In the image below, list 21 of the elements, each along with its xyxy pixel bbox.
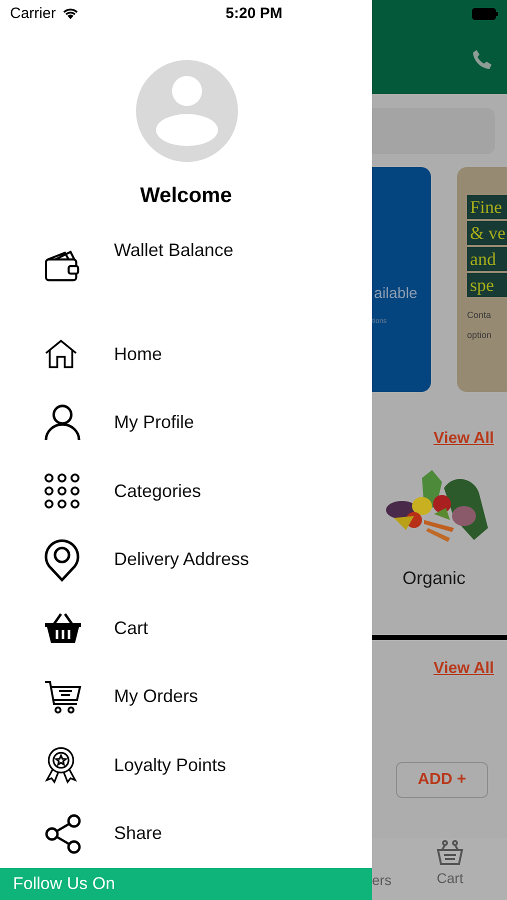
banner-headline: spe [467, 273, 507, 297]
menu-item[interactable]: Loyalty Points [0, 731, 372, 800]
follow-us-label: Follow Us On [13, 874, 116, 894]
welcome-title: Welcome [140, 184, 232, 208]
menu-item[interactable]: My Profile [0, 388, 372, 457]
menu-item[interactable]: Delivery Address [0, 526, 372, 594]
banner-headline: Fine [467, 195, 507, 219]
banner-headline: and [467, 247, 507, 271]
promo-banner[interactable]: Fine & ve and spe Conta option [457, 167, 507, 392]
banner-text: ailable [374, 285, 418, 302]
banner-headline: & ve [467, 221, 507, 245]
carrier-name: Carrier [10, 5, 56, 22]
menu-item[interactable]: My Orders [0, 662, 372, 731]
category-label: Organic [402, 568, 466, 589]
menu-item[interactable]: Cart [0, 594, 372, 662]
status-time: 5:20 PM [224, 5, 284, 22]
menu-item[interactable]: Wallet Balance [0, 228, 372, 320]
menu-item[interactable]: Home [0, 320, 372, 388]
menu-item[interactable]: Categories [0, 457, 372, 526]
banner-note: Conta option [467, 309, 493, 342]
menu-item[interactable]: Share [0, 800, 372, 868]
